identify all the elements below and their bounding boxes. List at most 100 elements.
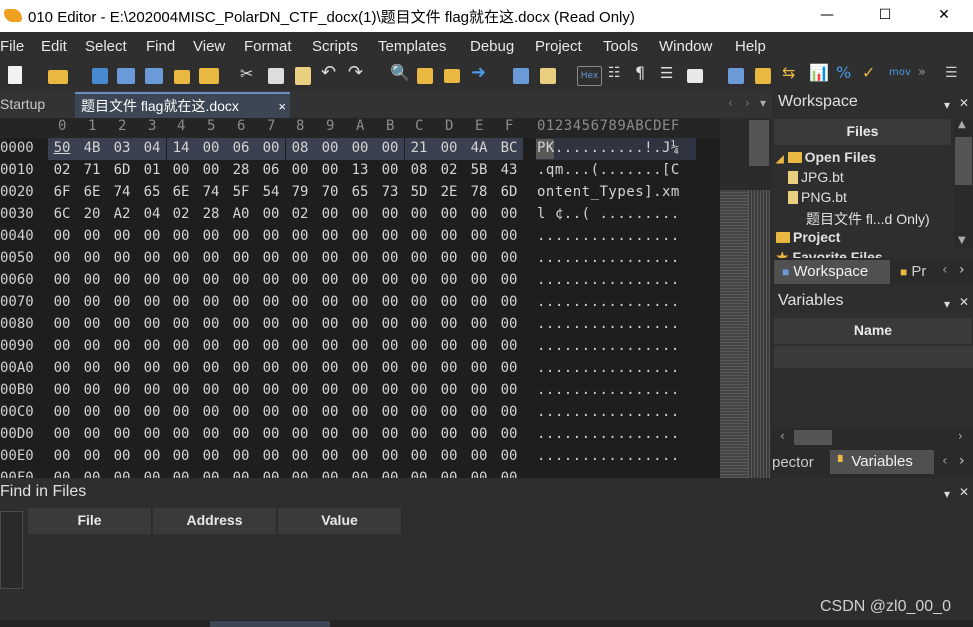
hex-byte[interactable]: 00 <box>80 338 104 354</box>
hex-byte[interactable]: 00 <box>140 426 164 442</box>
tree-expand-icon[interactable]: ◢ <box>776 154 784 165</box>
hex-byte[interactable]: 02 <box>169 206 193 222</box>
hex-byte[interactable]: 65 <box>348 184 372 200</box>
hex-byte[interactable]: 4B <box>80 140 104 156</box>
hex-byte[interactable]: 00 <box>50 250 74 266</box>
hex-byte[interactable]: 00 <box>437 470 461 478</box>
hex-byte[interactable]: 00 <box>467 404 491 420</box>
hex-row-ascii[interactable]: ................ <box>537 404 680 420</box>
hex-byte[interactable]: 00 <box>497 338 521 354</box>
hex-byte[interactable]: 00 <box>288 382 312 398</box>
hex-byte[interactable]: 00 <box>229 316 253 332</box>
hex-row[interactable]: 0080 00 00 00 00 00 00 00 00 00 00 00 00 00 00 00 00....… <box>0 314 720 336</box>
hex-byte[interactable]: 00 <box>80 382 104 398</box>
hex-byte[interactable]: 00 <box>348 448 372 464</box>
hex-byte[interactable]: 00 <box>199 228 223 244</box>
hex-byte[interactable]: 00 <box>259 360 283 376</box>
hex-byte[interactable]: 00 <box>199 162 223 178</box>
close-window-button[interactable]: ✕ <box>915 0 973 32</box>
columns-icon[interactable]: ☷ <box>608 65 628 85</box>
hex-byte[interactable]: 00 <box>50 448 74 464</box>
hex-scroll-thumb[interactable] <box>749 120 769 166</box>
hex-byte[interactable]: 00 <box>318 140 342 156</box>
panel-tab-left-icon[interactable]: ‹ <box>942 262 948 278</box>
hex-row[interactable]: 00E0 00 00 00 00 00 00 00 00 00 00 00 00 00 00 00 00....… <box>0 446 720 468</box>
hex-byte[interactable]: 6F <box>50 184 74 200</box>
hex-byte[interactable]: 00 <box>407 338 431 354</box>
menu-select[interactable]: Select <box>85 38 127 55</box>
find-dropdown-icon[interactable]: ▾ <box>944 487 950 501</box>
hex-byte[interactable]: 00 <box>199 382 223 398</box>
tree-project[interactable]: Project <box>776 229 840 245</box>
hex-row-ascii[interactable]: ................ <box>537 426 680 442</box>
menu-format[interactable]: Format <box>244 38 292 55</box>
hex-byte[interactable]: 6E <box>169 184 193 200</box>
hex-byte[interactable]: 08 <box>407 162 431 178</box>
paste-icon[interactable] <box>295 67 311 85</box>
hex-byte[interactable]: 00 <box>50 382 74 398</box>
menu-window[interactable]: Window <box>659 38 712 55</box>
hex-byte[interactable]: 00 <box>110 360 134 376</box>
hex-byte[interactable]: 00 <box>80 426 104 442</box>
hex-byte[interactable]: 00 <box>497 206 521 222</box>
hex-byte[interactable]: 00 <box>259 338 283 354</box>
folder-icon[interactable] <box>174 70 190 84</box>
hex-byte[interactable]: 00 <box>169 382 193 398</box>
hex-byte[interactable]: 00 <box>140 382 164 398</box>
hex-byte[interactable]: 00 <box>497 250 521 266</box>
hscroll-right-icon[interactable]: › <box>958 429 963 443</box>
hex-byte[interactable]: 00 <box>378 140 402 156</box>
hex-byte[interactable]: 00 <box>318 426 342 442</box>
hex-byte[interactable]: 00 <box>229 404 253 420</box>
hex-byte[interactable]: 00 <box>169 294 193 310</box>
hex-byte[interactable]: BC <box>497 140 521 156</box>
hex-byte[interactable]: 13 <box>348 162 372 178</box>
hex-byte[interactable]: 00 <box>437 360 461 376</box>
tab-list-icon[interactable]: ▾ <box>760 96 766 110</box>
hex-byte[interactable]: 08 <box>288 140 312 156</box>
hex-byte[interactable]: 00 <box>467 228 491 244</box>
hex-byte[interactable]: 00 <box>467 250 491 266</box>
hscroll-left-icon[interactable]: ‹ <box>780 429 785 443</box>
toolbar-more-icon[interactable]: ☰ <box>945 65 965 85</box>
menu-templates[interactable]: Templates <box>378 38 446 55</box>
tree-item-jpg-bt[interactable]: JPG.bt <box>788 169 844 185</box>
hex-byte[interactable]: 00 <box>437 228 461 244</box>
replace-icon[interactable] <box>417 68 433 84</box>
hex-byte[interactable]: 00 <box>110 404 134 420</box>
find-in-files-icon[interactable] <box>444 69 460 83</box>
menu-project[interactable]: Project <box>535 38 582 55</box>
hex-byte[interactable]: 00 <box>437 140 461 156</box>
save-icon[interactable] <box>92 68 108 84</box>
hex-byte[interactable]: 00 <box>467 338 491 354</box>
hex-byte[interactable]: 00 <box>169 250 193 266</box>
hex-byte[interactable]: 00 <box>229 448 253 464</box>
goto-icon[interactable]: ➜ <box>471 62 491 83</box>
list-icon[interactable]: ☰ <box>660 64 680 84</box>
tab-scroll-left-icon[interactable]: ‹ <box>728 96 733 110</box>
minimize-button[interactable]: — <box>798 0 856 32</box>
hex-byte[interactable]: 00 <box>259 448 283 464</box>
hex-byte[interactable]: 00 <box>110 294 134 310</box>
hex-byte[interactable]: 50 <box>50 140 74 156</box>
hex-byte[interactable]: 00 <box>229 272 253 288</box>
hex-byte[interactable]: 00 <box>80 316 104 332</box>
hex-byte[interactable]: 00 <box>259 316 283 332</box>
bottom-tab-active[interactable] <box>210 621 330 627</box>
hex-byte[interactable]: 00 <box>348 404 372 420</box>
tree-open-files[interactable]: ◢ Open Files <box>776 149 876 165</box>
hex-row[interactable]: 0060 00 00 00 00 00 00 00 00 00 00 00 00 00 00 00 00....… <box>0 270 720 292</box>
hex-byte[interactable]: 00 <box>467 360 491 376</box>
hex-byte[interactable]: 00 <box>140 360 164 376</box>
new-file-icon[interactable] <box>8 66 22 84</box>
find-icon[interactable]: 🔍 <box>390 63 410 83</box>
hex-byte[interactable]: 00 <box>348 426 372 442</box>
save-as-icon[interactable] <box>117 68 135 84</box>
hex-byte[interactable]: 00 <box>110 470 134 478</box>
hex-byte[interactable]: 14 <box>169 140 193 156</box>
hex-byte[interactable]: 00 <box>110 272 134 288</box>
copy-icon[interactable] <box>268 68 284 84</box>
hex-byte[interactable]: 54 <box>259 184 283 200</box>
menu-scripts[interactable]: Scripts <box>312 38 358 55</box>
hex-byte[interactable]: 00 <box>140 338 164 354</box>
